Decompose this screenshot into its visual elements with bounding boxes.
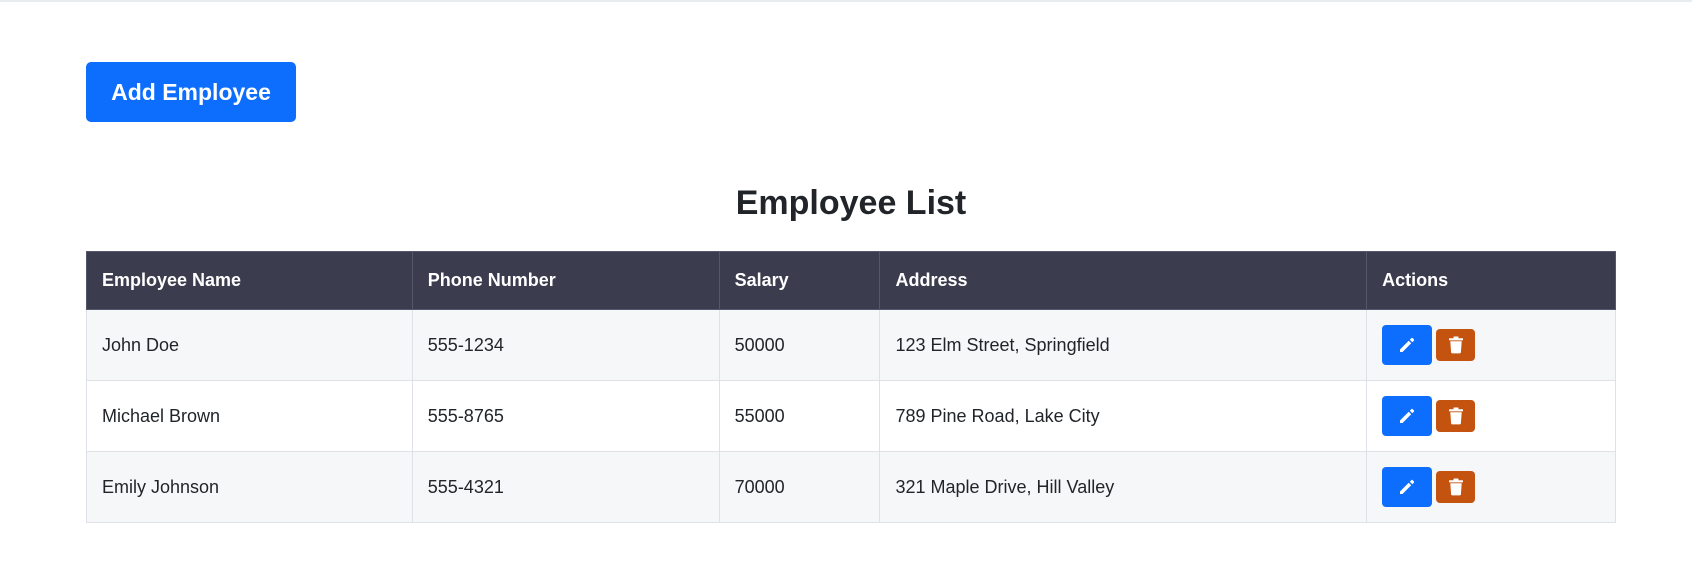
employee-table: Employee Name Phone Number Salary Addres… (86, 251, 1616, 523)
cell-actions (1366, 451, 1616, 523)
trash-icon (1448, 407, 1463, 425)
cell-address: 789 Pine Road, Lake City (879, 380, 1368, 452)
cell-salary: 70000 (718, 451, 881, 523)
header-actions: Actions (1366, 251, 1616, 310)
row-actions (1382, 325, 1600, 365)
page-title: Employee List (735, 184, 967, 222)
delete-button[interactable] (1436, 329, 1476, 361)
table-row: Emily Johnson 555-4321 70000 321 Maple D… (86, 451, 1616, 523)
delete-button[interactable] (1436, 471, 1476, 503)
cell-employee-name: John Doe (86, 309, 413, 381)
edit-button[interactable] (1382, 467, 1433, 507)
row-actions (1382, 396, 1600, 436)
table-row: Michael Brown 555-8765 55000 789 Pine Ro… (86, 380, 1616, 452)
pencil-icon (1400, 408, 1415, 423)
header-phone-number: Phone Number (411, 251, 720, 310)
cell-actions (1366, 380, 1616, 452)
cell-address: 321 Maple Drive, Hill Valley (879, 451, 1368, 523)
cell-employee-name: Emily Johnson (86, 451, 413, 523)
table-row: John Doe 555-1234 50000 123 Elm Street, … (86, 309, 1616, 381)
delete-button[interactable] (1436, 400, 1476, 432)
edit-button[interactable] (1382, 396, 1433, 436)
pencil-icon (1400, 337, 1415, 352)
cell-address: 123 Elm Street, Springfield (879, 309, 1368, 381)
table-header-row: Employee Name Phone Number Salary Addres… (86, 251, 1616, 310)
cell-phone-number: 555-1234 (411, 309, 720, 381)
trash-icon (1448, 478, 1463, 496)
cell-salary: 55000 (718, 380, 881, 452)
edit-button[interactable] (1382, 325, 1433, 365)
cell-phone-number: 555-8765 (411, 380, 720, 452)
cell-salary: 50000 (718, 309, 881, 381)
cell-employee-name: Michael Brown (86, 380, 413, 452)
row-actions (1382, 467, 1600, 507)
top-divider (0, 0, 1692, 2)
cell-phone-number: 555-4321 (411, 451, 720, 523)
pencil-icon (1400, 479, 1415, 494)
header-address: Address (879, 251, 1368, 310)
trash-icon (1448, 336, 1463, 354)
cell-actions (1366, 309, 1616, 381)
add-employee-button[interactable]: Add Employee (86, 62, 296, 122)
header-employee-name: Employee Name (86, 251, 413, 310)
header-salary: Salary (718, 251, 881, 310)
